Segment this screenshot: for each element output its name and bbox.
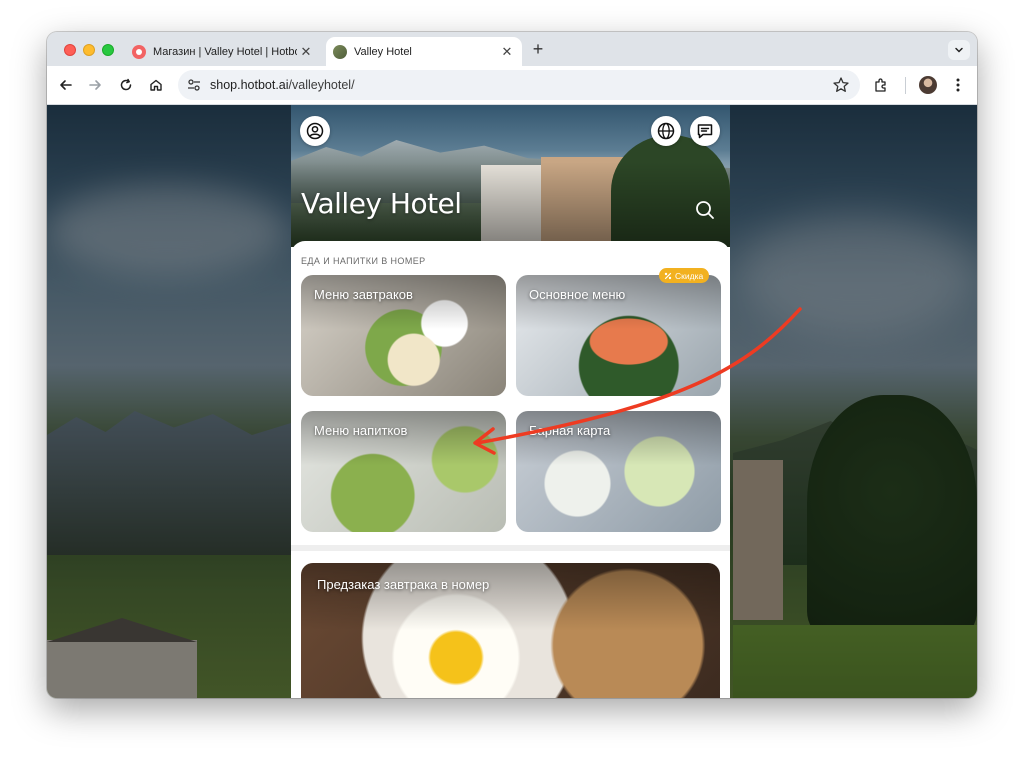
url-host: shop.hotbot.ai xyxy=(210,78,289,92)
close-tab-icon[interactable]: ✕ xyxy=(297,43,315,61)
section-heading: ЕДА И НАПИТКИ В НОМЕР xyxy=(301,256,426,266)
close-window-button[interactable] xyxy=(64,44,76,56)
site-settings-icon[interactable] xyxy=(186,77,202,93)
tab-strip: Магазин | Valley Hotel | Hotbot ✕ Valley… xyxy=(47,32,977,66)
drinks-menu-card[interactable]: Меню напитков xyxy=(301,411,506,532)
reload-button[interactable] xyxy=(115,74,137,96)
tab-title: Valley Hotel xyxy=(354,45,412,58)
url-path: /valleyhotel/ xyxy=(288,78,355,92)
home-icon xyxy=(150,79,162,91)
main-menu-card[interactable]: Основное меню xyxy=(516,275,721,396)
tab-search-button[interactable] xyxy=(948,40,970,60)
shop-app: Valley Hotel ЕДА И НАПИТКИ В НОМЕР Меню … xyxy=(291,105,730,698)
language-button[interactable] xyxy=(651,116,681,146)
profile-avatar[interactable] xyxy=(919,76,937,94)
chat-bubble-icon xyxy=(697,124,713,139)
browser-menu-button[interactable] xyxy=(947,74,969,96)
browser-toolbar: shop.hotbot.ai/valleyhotel/ xyxy=(47,66,977,105)
close-tab-icon[interactable]: ✕ xyxy=(498,43,516,61)
reload-icon xyxy=(120,78,132,91)
more-vertical-icon xyxy=(956,78,960,92)
bookmark-star-icon[interactable] xyxy=(832,76,850,94)
section-separator xyxy=(291,545,730,551)
breakfast-preorder-card[interactable]: Предзаказ завтрака в номер xyxy=(301,563,720,698)
breakfast-menu-card[interactable]: Меню завтраков xyxy=(301,275,506,396)
chat-button[interactable] xyxy=(690,116,720,146)
search-icon[interactable] xyxy=(693,198,717,222)
user-circle-icon xyxy=(306,122,324,140)
hotel-name-title: Valley Hotel xyxy=(301,187,462,220)
back-button[interactable] xyxy=(55,74,77,96)
chevron-down-icon xyxy=(955,47,963,53)
valley-hotel-favicon-icon xyxy=(333,44,347,59)
percent-icon xyxy=(664,272,672,279)
home-button[interactable] xyxy=(145,74,167,96)
hotbot-favicon-icon xyxy=(132,44,146,59)
tab-valley-hotel[interactable]: Valley Hotel ✕ xyxy=(326,37,522,66)
tab-title: Магазин | Valley Hotel | Hotbot xyxy=(153,45,297,58)
browser-window: Магазин | Valley Hotel | Hotbot ✕ Valley… xyxy=(47,32,977,698)
url-text[interactable]: shop.hotbot.ai/valleyhotel/ xyxy=(210,78,355,92)
new-tab-button[interactable]: + xyxy=(528,40,548,60)
puzzle-icon xyxy=(875,78,886,92)
profile-button[interactable] xyxy=(300,116,330,146)
card-title: Меню завтраков xyxy=(314,287,413,302)
toolbar-divider xyxy=(905,77,906,94)
forward-button[interactable] xyxy=(84,74,106,96)
catalog-sheet: ЕДА И НАПИТКИ В НОМЕР Меню завтраков Осн… xyxy=(291,241,730,698)
bar-menu-card[interactable]: Барная карта xyxy=(516,411,721,532)
discount-badge: Скидка xyxy=(659,268,710,283)
arrow-right-icon xyxy=(89,80,101,90)
globe-icon xyxy=(657,122,675,140)
card-title: Барная карта xyxy=(529,423,611,438)
discount-badge-label: Скидка xyxy=(675,270,704,281)
extensions-button[interactable] xyxy=(870,74,892,96)
card-title: Предзаказ завтрака в номер xyxy=(317,577,490,592)
card-title: Меню напитков xyxy=(314,423,408,438)
maximize-window-button[interactable] xyxy=(102,44,114,56)
arrow-left-icon xyxy=(60,80,72,90)
page-viewport: Valley Hotel ЕДА И НАПИТКИ В НОМЕР Меню … xyxy=(47,105,977,698)
address-bar[interactable]: shop.hotbot.ai/valleyhotel/ xyxy=(178,70,860,100)
minimize-window-button[interactable] xyxy=(83,44,95,56)
tab-hotbot-shop[interactable]: Магазин | Valley Hotel | Hotbot ✕ xyxy=(125,37,321,66)
card-title: Основное меню xyxy=(529,287,626,302)
